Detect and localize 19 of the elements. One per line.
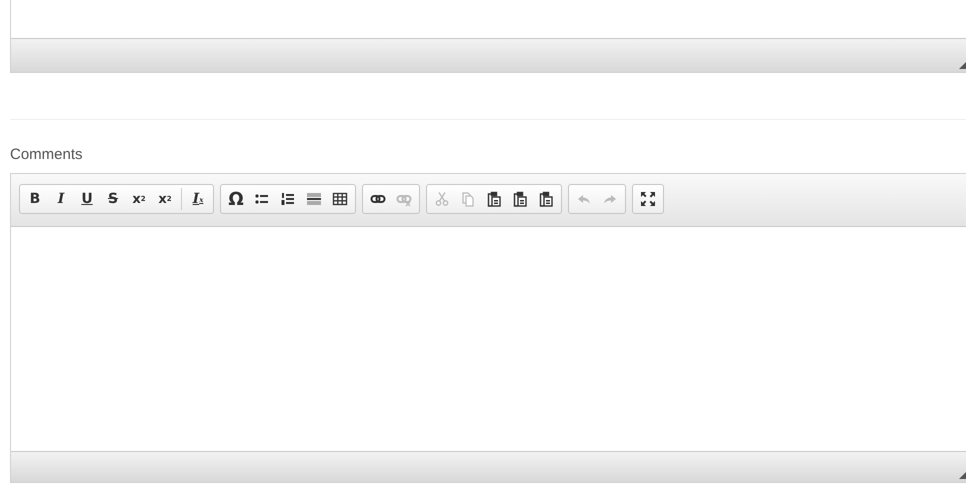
special-character-button[interactable]: Ω xyxy=(224,187,248,211)
resize-handle[interactable] xyxy=(959,471,966,479)
horizontal-line-icon xyxy=(306,191,322,207)
italic-button[interactable]: I xyxy=(49,187,73,211)
clipboard-document-icon xyxy=(538,191,554,207)
table-icon xyxy=(332,191,348,207)
resize-handle[interactable] xyxy=(959,61,966,69)
maximize-icon xyxy=(640,191,656,207)
bold-button[interactable]: B xyxy=(23,187,47,211)
scissors-icon xyxy=(434,191,450,207)
toolbar-separator xyxy=(181,188,182,210)
underline-button[interactable]: U xyxy=(75,187,99,211)
copy-icon xyxy=(460,191,476,207)
clipboard-icon xyxy=(486,191,502,207)
superscript-button[interactable]: x$^{2}$ xyxy=(127,187,151,211)
strikethrough-button[interactable]: S xyxy=(101,187,125,211)
field-label: Comments xyxy=(10,146,84,165)
numbered-list-icon xyxy=(280,191,296,207)
clipboard-text-icon xyxy=(512,191,528,207)
